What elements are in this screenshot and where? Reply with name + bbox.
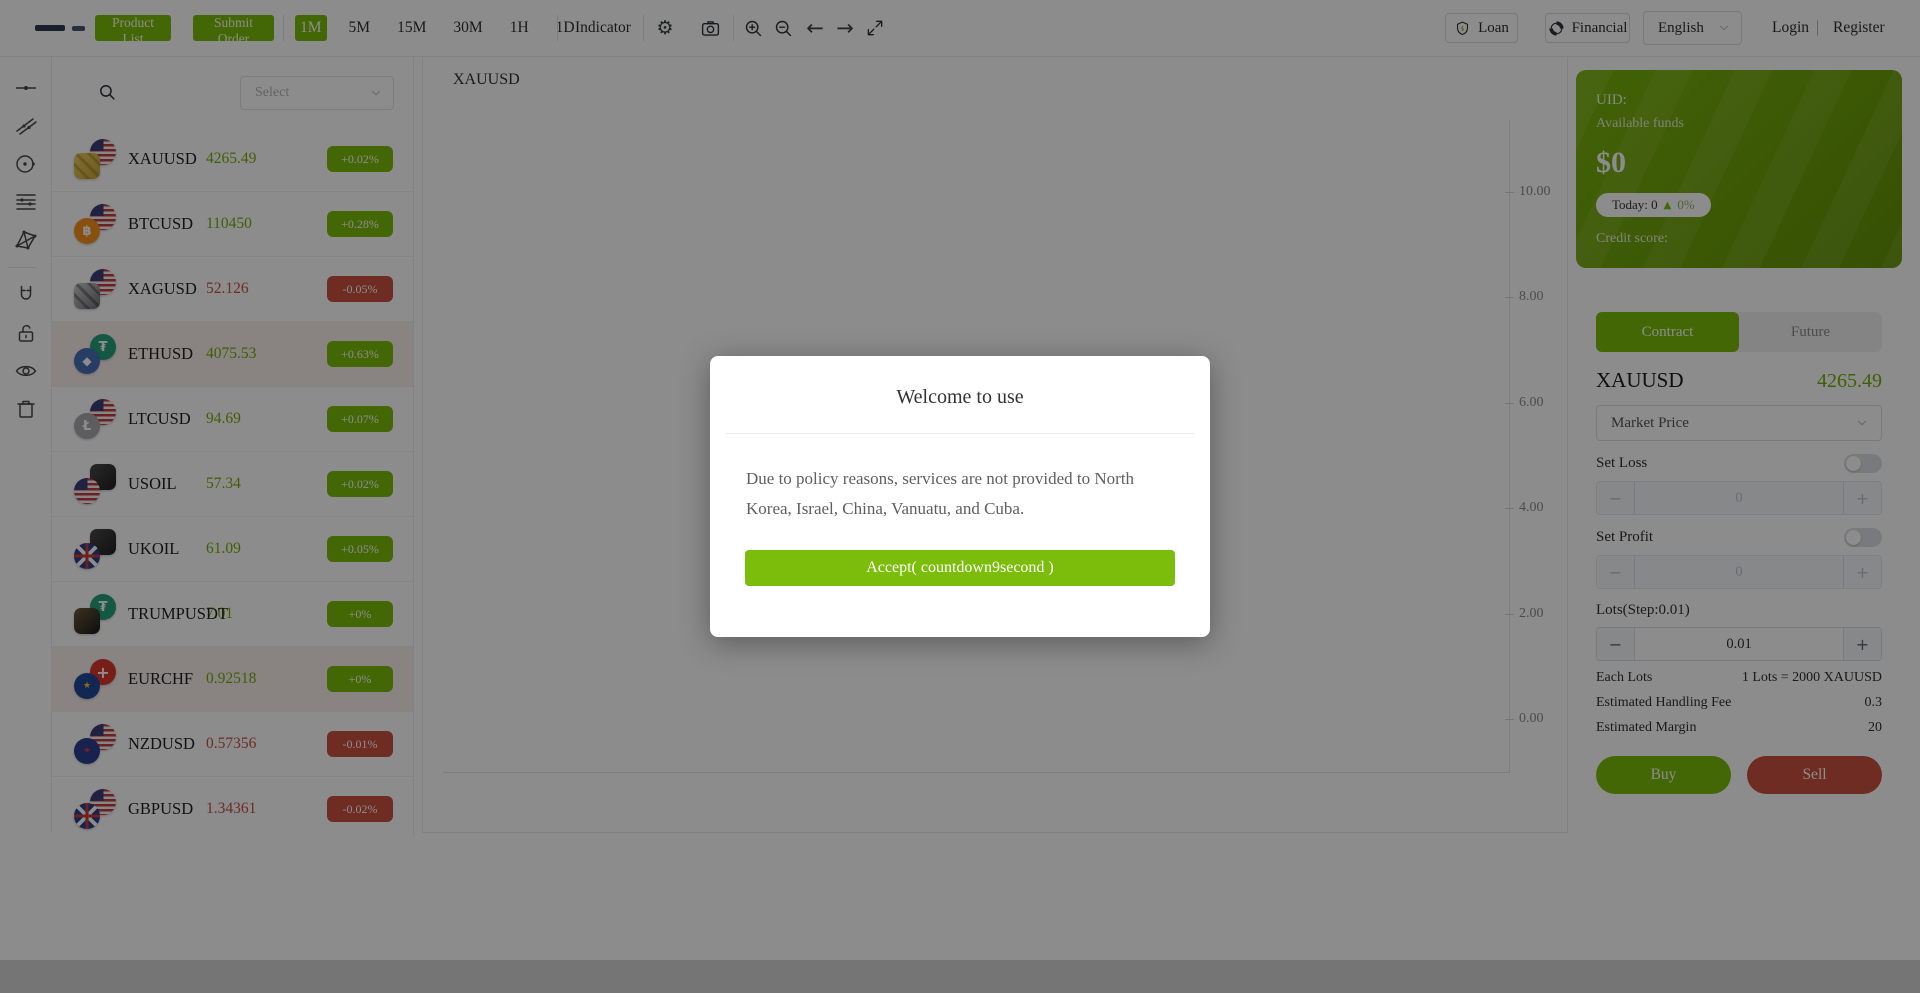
modal-title: Welcome to use	[710, 386, 1210, 409]
trading-app: Product List Submit Order 1M 5M 15M 30M …	[0, 0, 1920, 993]
welcome-modal: Welcome to use Due to policy reasons, se…	[710, 356, 1210, 637]
divider	[726, 433, 1194, 434]
accept-button[interactable]: Accept( countdown9second )	[745, 550, 1175, 586]
modal-body-text: Due to policy reasons, services are not …	[746, 464, 1174, 524]
